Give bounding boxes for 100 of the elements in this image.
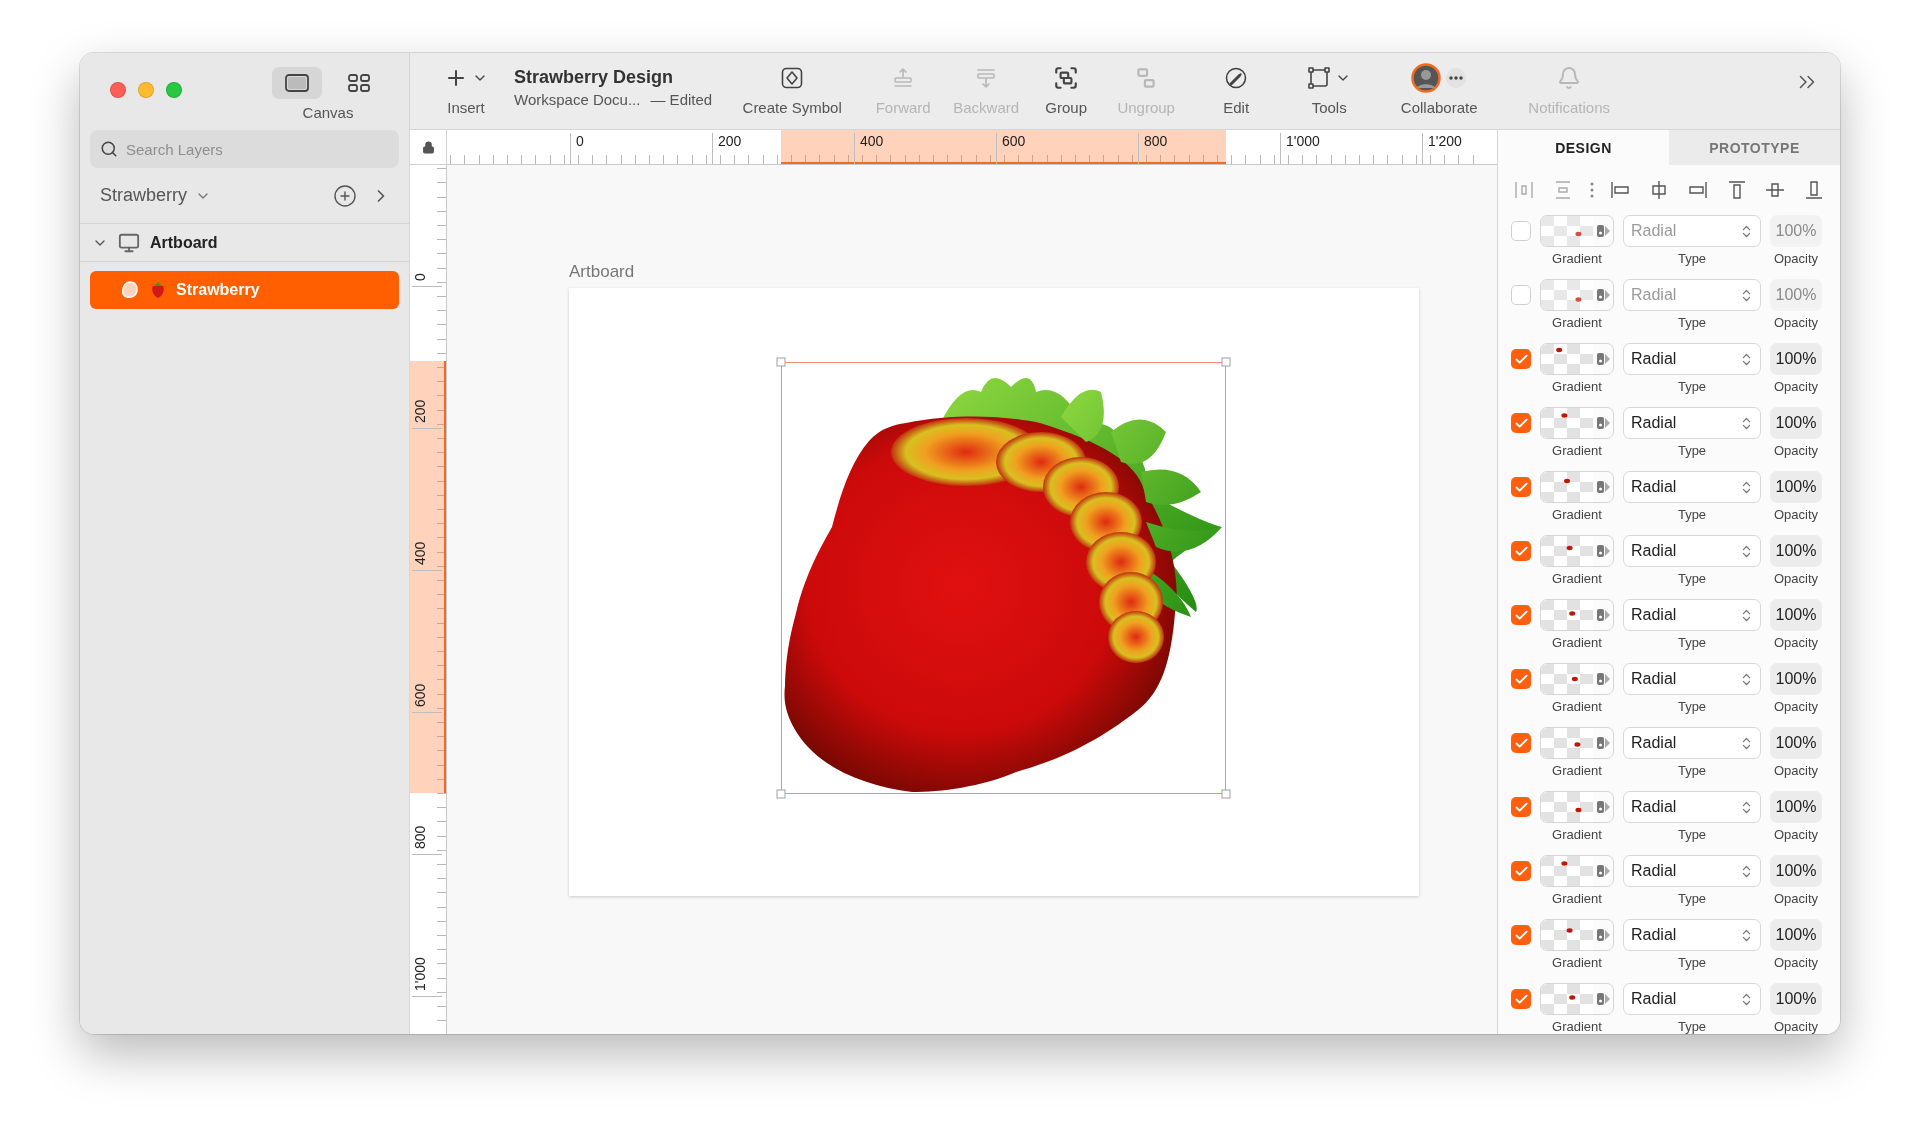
ruler-label: 0 — [412, 273, 442, 287]
type-select[interactable]: Radial — [1623, 663, 1761, 695]
type-label: Type — [1676, 315, 1708, 330]
gradient-label: Gradient — [1551, 1019, 1603, 1034]
opacity-label: Opacity — [1772, 251, 1820, 266]
gradient-preview-drawing — [1541, 920, 1593, 950]
type-select[interactable]: Radial — [1623, 983, 1761, 1015]
gradient-swatch[interactable] — [1540, 407, 1614, 439]
gradient-swatch[interactable] — [1540, 983, 1614, 1015]
type-label: Type — [1676, 571, 1708, 586]
gradient-preview-drawing — [1541, 536, 1593, 566]
type-select[interactable]: Radial — [1623, 535, 1761, 567]
grid-icon — [347, 73, 371, 93]
type-label: Type — [1676, 379, 1708, 394]
gradient-label: Gradient — [1551, 827, 1603, 842]
opacity-field[interactable]: 100% — [1770, 663, 1822, 695]
search-field[interactable]: Search Layers — [90, 130, 399, 168]
add-page-icon[interactable] — [333, 183, 357, 208]
opacity-field[interactable]: 100% — [1770, 983, 1822, 1015]
avatar-icon — [1411, 63, 1442, 93]
opacity-label: Opacity — [1772, 763, 1820, 778]
gradient-swatch[interactable] — [1540, 919, 1614, 951]
tools-icon — [1307, 66, 1332, 90]
type-label: Type — [1676, 251, 1708, 266]
opacity-label: Opacity — [1772, 1019, 1820, 1034]
type-label: Type — [1676, 827, 1708, 842]
opacity-field[interactable]: 100% — [1770, 791, 1822, 823]
fill-checkbox[interactable] — [1511, 797, 1531, 817]
toolbar-button[interactable]: Edit — [1188, 63, 1285, 116]
document-status: — Edited — [650, 91, 713, 108]
type-label: Type — [1676, 1019, 1708, 1034]
toolbar-button[interactable]: Insert — [436, 63, 496, 116]
group-icon — [1053, 65, 1080, 91]
gradient-swatch[interactable] — [1540, 663, 1614, 695]
fill-checkbox[interactable] — [1511, 989, 1531, 1009]
fill-checkbox[interactable] — [1511, 733, 1531, 753]
type-select[interactable]: Radial — [1623, 407, 1761, 439]
opacity-field[interactable]: 100% — [1770, 535, 1822, 567]
ruler-label: 200 — [412, 399, 442, 429]
opacity-field[interactable]: 100% — [1770, 727, 1822, 759]
gradient-preview-drawing — [1541, 472, 1593, 502]
opacity-label: Opacity — [1772, 379, 1820, 394]
type-select[interactable]: Radial — [1623, 727, 1761, 759]
type-select[interactable]: Radial — [1623, 343, 1761, 375]
type-select[interactable]: Radial — [1623, 919, 1761, 951]
fill-checkbox[interactable] — [1511, 861, 1531, 881]
type-label: Type — [1676, 507, 1708, 522]
opacity-field[interactable]: 100% — [1770, 919, 1822, 951]
gradient-swatch[interactable] — [1540, 535, 1614, 567]
gradient-swatch[interactable] — [1540, 855, 1614, 887]
gradient-swatch[interactable] — [1540, 791, 1614, 823]
bell-icon — [1557, 66, 1582, 90]
fill-checkbox[interactable] — [1511, 477, 1531, 497]
opacity-label: Opacity — [1772, 891, 1820, 906]
page-selector[interactable]: Strawberry — [100, 185, 212, 206]
close-button[interactable] — [110, 82, 126, 98]
gradient-preview-drawing — [1541, 728, 1593, 758]
gradient-swatch[interactable] — [1540, 727, 1614, 759]
gradient-preview-drawing — [1541, 408, 1593, 438]
opacity-field[interactable]: 100% — [1770, 471, 1822, 503]
gradient-swatch[interactable] — [1540, 279, 1614, 311]
document-subtitle: Workspace Docu... — [514, 91, 641, 108]
gradient-swatch[interactable] — [1540, 599, 1614, 631]
fill-checkbox[interactable] — [1511, 925, 1531, 945]
type-label: Type — [1676, 699, 1708, 714]
gradient-swatch[interactable] — [1540, 343, 1614, 375]
fill-checkbox[interactable] — [1511, 541, 1531, 561]
gradient-label: Gradient — [1551, 315, 1603, 330]
ruler-label: 800 — [412, 825, 442, 855]
lock-icon[interactable] — [421, 140, 435, 154]
type-select[interactable]: Radial — [1623, 791, 1761, 823]
gradient-label: Gradient — [1551, 507, 1603, 522]
inspector-tab[interactable]: PROTOTYPE — [1669, 130, 1840, 165]
opacity-field[interactable]: 100% — [1770, 855, 1822, 887]
fill-checkbox[interactable] — [1511, 285, 1531, 305]
fill-checkbox[interactable] — [1511, 605, 1531, 625]
opacity-field[interactable]: 100% — [1770, 407, 1822, 439]
zoom-button[interactable] — [166, 82, 182, 98]
gradient-swatch[interactable] — [1540, 215, 1614, 247]
toolbar-button[interactable]: Create Symbol — [722, 63, 863, 116]
fill-checkbox[interactable] — [1511, 413, 1531, 433]
toolbar-button[interactable]: Collaborate — [1374, 63, 1505, 116]
fill-checkbox[interactable] — [1511, 349, 1531, 369]
opacity-field[interactable]: 100% — [1770, 343, 1822, 375]
gradient-preview-drawing — [1541, 664, 1593, 694]
fill-checkbox[interactable] — [1511, 221, 1531, 241]
gradient-preview-drawing — [1541, 984, 1593, 1014]
more-vertical-icon[interactable] — [1589, 181, 1594, 199]
gradient-swatch[interactable] — [1540, 471, 1614, 503]
ruler-label: 600 — [412, 683, 442, 713]
opacity-field[interactable]: 100% — [1770, 599, 1822, 631]
canvas-view-button[interactable] — [272, 67, 322, 99]
fill-checkbox[interactable] — [1511, 669, 1531, 689]
type-select[interactable]: Radial — [1623, 471, 1761, 503]
toolbar-button[interactable]: Group — [1028, 63, 1105, 116]
type-select[interactable]: Radial — [1623, 599, 1761, 631]
toolbar-button[interactable]: Tools — [1284, 63, 1375, 116]
type-select[interactable]: Radial — [1623, 855, 1761, 887]
ruler-label: 400 — [412, 541, 442, 571]
layer-row[interactable]: Artboard — [80, 224, 409, 262]
